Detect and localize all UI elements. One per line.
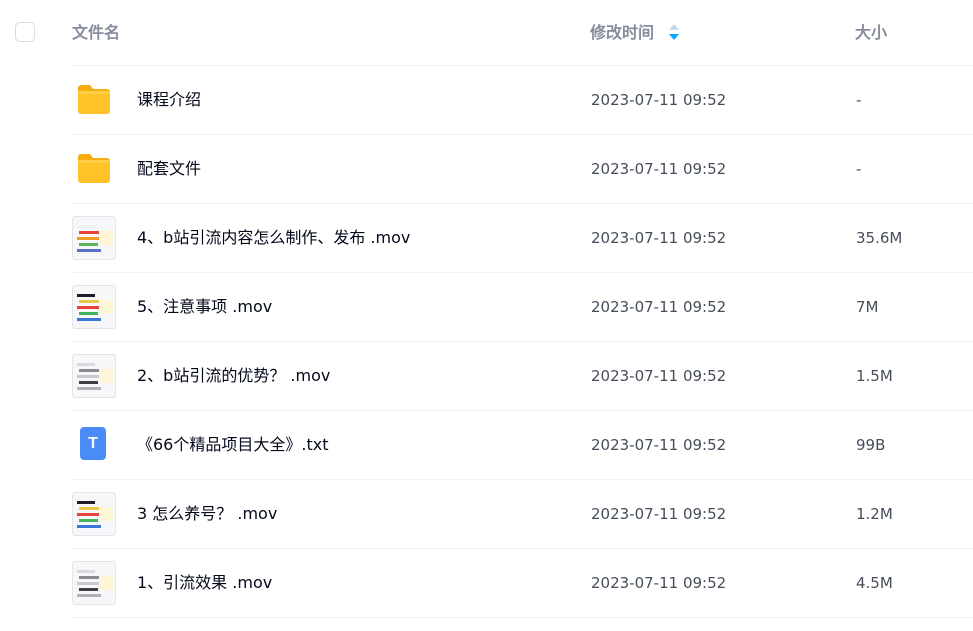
file-modified-time: 2023-07-11 09:52 [591, 367, 727, 385]
video-thumbnail-icon [72, 354, 116, 398]
row-divider [72, 617, 973, 618]
file-modified-time: 2023-07-11 09:52 [591, 574, 727, 592]
file-name[interactable]: 课程介绍 [137, 66, 201, 134]
file-modified-time: 2023-07-11 09:52 [591, 436, 727, 454]
column-header-name[interactable]: 文件名 [72, 22, 120, 44]
file-row[interactable]: 2、b站引流的优势？ .mov 2023-07-11 09:52 1.5M [0, 342, 973, 411]
file-name[interactable]: 《66个精品项目大全》.txt [137, 411, 328, 479]
video-thumbnail-icon [72, 561, 116, 605]
file-row[interactable]: 4、b站引流内容怎么制作、发布 .mov 2023-07-11 09:52 35.6… [0, 204, 973, 273]
file-size: 4.5M [856, 574, 893, 592]
text-file-icon-letter: T [88, 435, 98, 452]
file-size: 35.6M [856, 229, 903, 247]
file-row[interactable]: 配套文件 2023-07-11 09:52 - [0, 135, 973, 204]
file-modified-time: 2023-07-11 09:52 [591, 91, 727, 109]
file-row[interactable]: 5、注意事项 .mov 2023-07-11 09:52 7M [0, 273, 973, 342]
video-thumbnail-icon [72, 285, 116, 329]
file-size: 1.5M [856, 367, 893, 385]
file-size: 1.2M [856, 505, 893, 523]
file-name[interactable]: 5、注意事项 .mov [137, 273, 272, 341]
file-name[interactable]: 3 怎么养号？ .mov [137, 480, 277, 548]
column-header-size[interactable]: 大小 [855, 22, 887, 44]
file-row[interactable]: T 《66个精品项目大全》.txt 2023-07-11 09:52 99B [0, 411, 973, 480]
folder-icon [72, 147, 116, 191]
folder-icon [72, 78, 116, 122]
file-modified-time: 2023-07-11 09:52 [591, 160, 727, 178]
file-name[interactable]: 4、b站引流内容怎么制作、发布 .mov [137, 204, 410, 272]
file-row[interactable]: 3 怎么养号？ .mov 2023-07-11 09:52 1.2M [0, 480, 973, 549]
file-size: - [856, 91, 862, 109]
file-name[interactable]: 1、引流效果 .mov [137, 549, 272, 617]
file-size: 99B [856, 436, 886, 454]
file-modified-time: 2023-07-11 09:52 [591, 229, 727, 247]
file-size: - [856, 160, 862, 178]
file-name[interactable]: 配套文件 [137, 135, 201, 203]
file-modified-time: 2023-07-11 09:52 [591, 298, 727, 316]
file-row[interactable]: 1、引流效果 .mov 2023-07-11 09:52 4.5M [0, 549, 973, 618]
video-thumbnail-icon [72, 492, 116, 536]
text-file-icon: T [72, 423, 116, 467]
file-modified-time: 2023-07-11 09:52 [591, 505, 727, 523]
file-size: 7M [856, 298, 879, 316]
sort-icon[interactable] [668, 22, 680, 42]
file-name[interactable]: 2、b站引流的优势？ .mov [137, 342, 330, 410]
file-row[interactable]: 课程介绍 2023-07-11 09:52 - [0, 66, 973, 135]
video-thumbnail-icon [72, 216, 116, 260]
file-list-header: 文件名 修改时间 大小 [0, 0, 973, 66]
column-header-modified-time[interactable]: 修改时间 [590, 22, 654, 44]
select-all-checkbox[interactable] [15, 22, 35, 42]
